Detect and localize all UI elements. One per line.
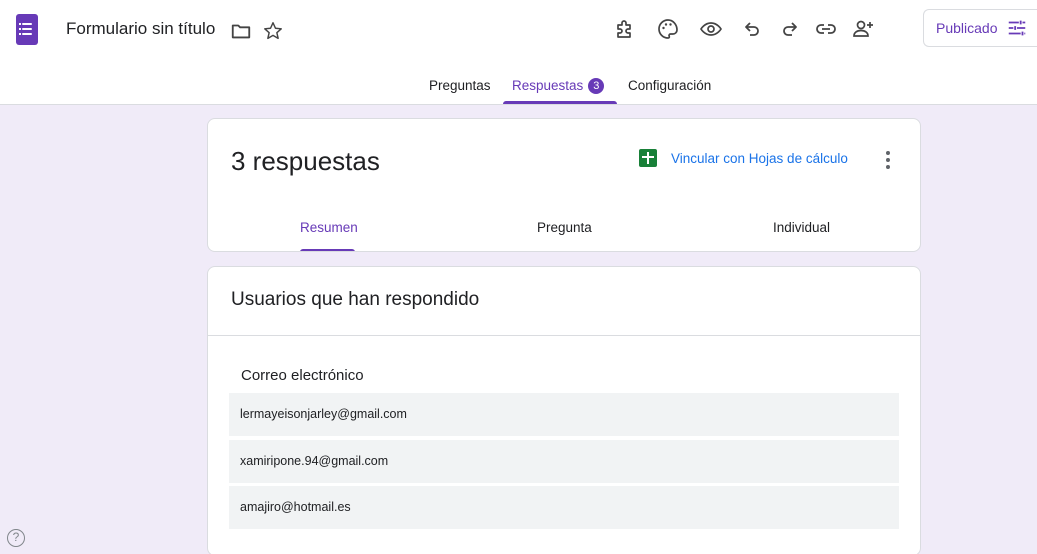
responses-count-badge: 3 (588, 78, 605, 94)
publish-button[interactable]: Publicado (923, 9, 1037, 47)
undo-icon[interactable] (741, 17, 765, 41)
tune-icon (1008, 20, 1025, 36)
folder-icon[interactable] (230, 20, 252, 42)
email-column-header: Correo electrónico (241, 367, 364, 384)
active-tab-indicator (503, 101, 617, 104)
divider (208, 335, 920, 336)
tab-questions[interactable]: Preguntas (429, 78, 491, 93)
tab-individual[interactable]: Individual (773, 220, 830, 235)
responders-card: Usuarios que han respondido Correo elect… (207, 266, 921, 554)
email-row: lermayeisonjarley@gmail.com (229, 393, 899, 436)
person-add-icon[interactable] (851, 17, 875, 41)
form-title[interactable]: Formulario sin título (66, 19, 215, 39)
top-app-bar: Formulario sin título Publicado Pregunta… (0, 0, 1037, 105)
email-row: amajiro@hotmail.es (229, 486, 899, 529)
more-options-icon[interactable] (884, 151, 892, 173)
publish-label: Publicado (936, 20, 998, 36)
redo-icon[interactable] (777, 17, 801, 41)
tab-settings[interactable]: Configuración (628, 78, 711, 93)
active-subtab-indicator (300, 249, 355, 251)
tab-summary[interactable]: Resumen (300, 220, 358, 235)
email-row: xamiripone.94@gmail.com (229, 440, 899, 483)
addon-puzzle-icon[interactable] (613, 17, 637, 41)
star-icon[interactable] (262, 20, 284, 42)
response-count: 3 respuestas (231, 146, 380, 176)
tab-responses[interactable]: Respuestas 3 (512, 78, 605, 94)
palette-icon[interactable] (656, 17, 680, 41)
help-icon[interactable]: ? (7, 529, 25, 547)
eye-preview-icon[interactable] (699, 17, 723, 41)
responses-summary-card: 3 respuestas Vincular con Hojas de cálcu… (207, 118, 921, 252)
link-sheets-button[interactable]: Vincular con Hojas de cálculo (639, 149, 848, 167)
tab-question[interactable]: Pregunta (537, 220, 592, 235)
link-icon[interactable] (814, 17, 838, 41)
link-sheets-label: Vincular con Hojas de cálculo (671, 150, 848, 166)
sheets-icon (639, 149, 657, 167)
responders-title: Usuarios que han respondido (231, 289, 480, 310)
forms-logo-icon[interactable] (16, 14, 38, 45)
tab-responses-label: Respuestas (512, 78, 584, 93)
